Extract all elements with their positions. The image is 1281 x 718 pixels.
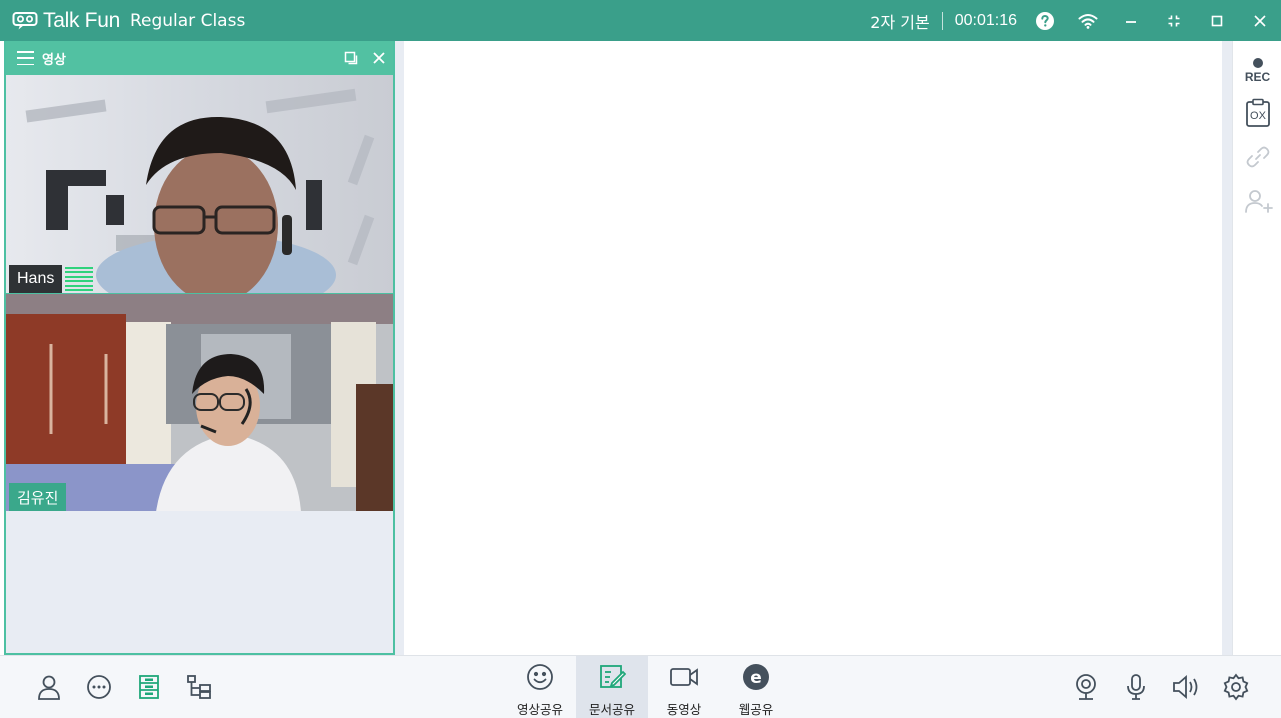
tool-video-share[interactable]: 동영상 — [648, 656, 720, 718]
record-icon — [1252, 58, 1263, 68]
panel-menu-icon[interactable] — [17, 51, 34, 65]
participant-video-kimyujin[interactable]: 김유진 — [6, 293, 393, 511]
panel-gutter — [395, 41, 404, 655]
settings-gear-icon[interactable] — [1219, 670, 1253, 704]
close-icon[interactable] — [1238, 0, 1281, 41]
invite-user-button[interactable] — [1233, 181, 1281, 225]
chat-icon[interactable] — [82, 670, 116, 704]
svg-text:e: e — [750, 668, 762, 688]
maximize-icon[interactable] — [1195, 0, 1238, 41]
title-bar: Talk Fun Regular Class 2자 기본 00:01:16 — [0, 0, 1281, 41]
tool-screen-share[interactable]: 영상공유 — [504, 656, 576, 718]
quiz-ox-icon: OX — [1245, 98, 1271, 133]
participant-name-label: 김유진 — [9, 483, 67, 511]
whiteboard-list-icon[interactable] — [132, 670, 166, 704]
tool-web-share[interactable]: e 웹공유 — [720, 656, 792, 718]
network-signal-icon[interactable] — [1066, 0, 1109, 41]
help-icon[interactable] — [1023, 0, 1066, 41]
tool-label: 문서공유 — [588, 702, 635, 717]
class-mode-label: 2자 기본 — [870, 12, 930, 32]
link-icon — [1245, 144, 1271, 175]
talkfun-logo-icon — [12, 11, 38, 31]
participant-name-label: Hans — [9, 265, 63, 293]
web-e-icon: e — [742, 663, 770, 696]
tool-document-share[interactable]: 문서공유 — [576, 656, 648, 718]
elapsed-timer: 00:01:16 — [954, 11, 1017, 29]
share-link-button[interactable] — [1233, 137, 1281, 181]
video-camera-icon — [669, 663, 699, 696]
record-label: REC — [1244, 70, 1271, 84]
record-button[interactable]: REC — [1233, 49, 1281, 93]
video-panel-actions — [337, 41, 393, 75]
whiteboard-canvas[interactable] — [404, 41, 1222, 655]
microphone-icon[interactable] — [1119, 670, 1153, 704]
video-feed-kimyujin — [6, 294, 393, 511]
class-name: Regular Class — [129, 10, 246, 31]
talkfun-app-window: Talk Fun Regular Class 2자 기본 00:01:16 영상… — [0, 0, 1281, 718]
speaker-icon[interactable] — [1169, 670, 1203, 704]
panel-close-icon[interactable] — [365, 41, 393, 75]
video-panel-header: 영상 — [6, 41, 393, 75]
title-bar-right: 2자 기본 00:01:16 — [870, 0, 1281, 41]
add-user-icon — [1243, 187, 1273, 220]
webcam-icon[interactable] — [1069, 670, 1103, 704]
video-feed-hans — [6, 75, 393, 293]
video-panel-title: 영상 — [42, 52, 66, 68]
app-name: Talk Fun — [43, 8, 120, 32]
tool-label: 영상공유 — [516, 702, 563, 717]
user-icon[interactable] — [32, 670, 66, 704]
file-tree-icon[interactable] — [182, 670, 216, 704]
minimize-icon[interactable] — [1109, 0, 1152, 41]
video-panel: 영상 Hans 김유진 — [4, 41, 395, 655]
bottom-toolbar: 영상공유 문서공유 동영상 e 웹공유 — [0, 655, 1281, 718]
audio-level-indicator — [65, 267, 93, 291]
tool-label: 웹공유 — [738, 702, 774, 717]
share-tools: 영상공유 문서공유 동영상 e 웹공유 — [500, 656, 792, 718]
app-logo: Talk Fun — [12, 9, 120, 33]
fullscreen-icon[interactable] — [1152, 0, 1195, 41]
smiley-icon — [526, 663, 554, 696]
title-divider — [941, 11, 943, 30]
popout-window-icon[interactable] — [337, 41, 365, 75]
board-scrollbar-track[interactable] — [1222, 41, 1232, 655]
participant-video-hans[interactable]: Hans — [6, 75, 393, 293]
svg-text:OX: OX — [1250, 110, 1267, 122]
document-edit-icon — [598, 663, 627, 696]
tool-label: 동영상 — [666, 702, 702, 717]
quiz-ox-button[interactable]: OX — [1233, 93, 1281, 137]
right-tool-rail: REC OX — [1232, 41, 1281, 655]
